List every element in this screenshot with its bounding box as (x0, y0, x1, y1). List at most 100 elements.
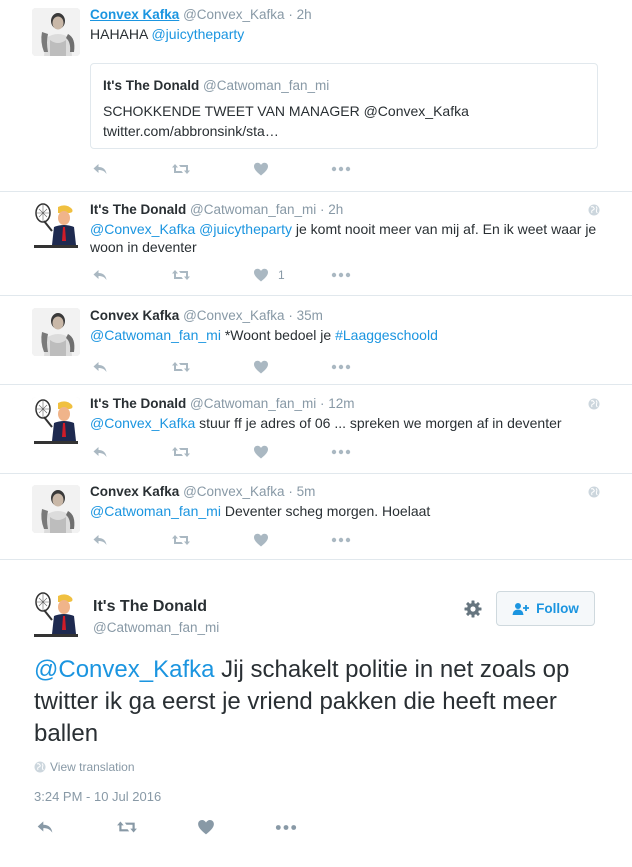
reply-icon[interactable] (92, 358, 108, 376)
tweet-time[interactable]: 2h (328, 202, 343, 217)
tweet-text-plain: stuur ff je adres of 06 ... spreken we m… (195, 415, 562, 431)
tweet-header: It's The Donald @Catwoman_fan_mi · 12m (90, 396, 355, 411)
quoted-author-handle: @Catwoman_fan_mi (202, 78, 330, 93)
quoted-text-line1: SCHOKKENDE TWEET VAN MANAGER @Convex_Kaf… (103, 103, 469, 119)
more-icon[interactable] (331, 160, 351, 178)
tweet-text-plain: *Woont bedoel je (220, 327, 336, 343)
retweet-icon[interactable] (116, 818, 138, 836)
tweet-3[interactable]: Convex Kafka @Convex_Kafka · 35m @Catwom… (0, 296, 632, 385)
tweet-time[interactable]: 35m (297, 308, 323, 323)
quoted-author-name: It's The Donald (103, 78, 200, 93)
avatar-image (32, 8, 80, 56)
author-handle[interactable]: @Catwoman_fan_mi (190, 396, 316, 411)
tweet-time[interactable]: 12m (328, 396, 354, 411)
quoted-tweet[interactable]: It's The Donald @Catwoman_fan_mi SCHOKKE… (90, 63, 598, 149)
tweet-time[interactable]: 2h (297, 7, 312, 22)
main-author-name[interactable]: It's The Donald (93, 598, 207, 616)
quoted-header: It's The Donald @Catwoman_fan_mi (103, 78, 329, 93)
main-tweet-text: @Convex_Kafka Jij schakelt politie in ne… (34, 654, 614, 750)
tweet-header: Convex Kafka @Convex_Kafka · 35m (90, 308, 323, 323)
view-translation-link[interactable]: View translation (34, 760, 135, 774)
main-tweet-actions (34, 818, 334, 838)
tweet-1[interactable]: Convex Kafka @Convex_Kafka · 2h HAHAHA @… (0, 0, 632, 192)
heart-icon[interactable]: 1 (253, 266, 285, 284)
follow-user-icon (512, 602, 530, 615)
retweet-icon[interactable] (171, 358, 191, 376)
tweet-actions: 1 (90, 266, 390, 284)
globe-icon (34, 761, 46, 773)
tweet-timestamp[interactable]: 3:24 PM - 10 Jul 2016 (34, 789, 161, 804)
more-icon[interactable] (275, 818, 297, 836)
follow-button[interactable]: Follow (496, 591, 595, 626)
tweet-header: Convex Kafka @Convex_Kafka · 2h (90, 7, 312, 22)
mention-link[interactable]: @juicytheparty (199, 221, 292, 237)
tweet-5[interactable]: Convex Kafka @Convex_Kafka · 5m @Catwoma… (0, 474, 632, 560)
retweet-icon[interactable] (171, 443, 191, 461)
avatar[interactable] (32, 397, 80, 445)
author-handle[interactable]: @Catwoman_fan_mi (190, 202, 316, 217)
avatar-image (32, 397, 80, 445)
mention-link[interactable]: @Catwoman_fan_mi (90, 503, 221, 519)
tweet-actions (90, 160, 390, 178)
separator-dot: · (288, 484, 293, 499)
quoted-text: SCHOKKENDE TWEET VAN MANAGER @Convex_Kaf… (103, 101, 469, 141)
hashtag-link[interactable]: #Laaggeschoold (335, 327, 438, 343)
mention-link[interactable]: @juicytheparty (151, 26, 244, 42)
avatar-image (32, 590, 80, 638)
mention-link[interactable]: @Convex_Kafka (34, 656, 214, 683)
more-icon[interactable] (331, 443, 351, 461)
heart-icon[interactable] (253, 531, 269, 549)
tweet-text: HAHAHA @juicytheparty (90, 25, 600, 43)
avatar[interactable] (32, 485, 80, 533)
tweet-actions (90, 443, 390, 461)
heart-icon[interactable] (253, 358, 269, 376)
heart-icon[interactable] (197, 818, 215, 836)
tweet-2[interactable]: It's The Donald @Catwoman_fan_mi · 2h @C… (0, 192, 632, 296)
view-translation-label: View translation (50, 760, 135, 774)
more-icon[interactable] (331, 531, 351, 549)
avatar-image (32, 308, 80, 356)
retweet-icon[interactable] (171, 531, 191, 549)
tweet-4[interactable]: It's The Donald @Catwoman_fan_mi · 12m @… (0, 385, 632, 474)
avatar[interactable] (32, 201, 80, 249)
mention-link[interactable]: @Convex_Kafka (90, 415, 195, 431)
globe-icon (588, 398, 600, 410)
more-icon[interactable] (331, 358, 351, 376)
heart-icon[interactable] (253, 443, 269, 461)
avatar[interactable] (32, 8, 80, 56)
reply-icon[interactable] (92, 443, 108, 461)
tweet-text-plain: HAHAHA (90, 26, 152, 42)
author-handle[interactable]: @Convex_Kafka (183, 7, 285, 22)
separator-dot: · (288, 7, 293, 22)
more-icon[interactable] (331, 266, 351, 284)
author-handle[interactable]: @Convex_Kafka (183, 484, 285, 499)
author-name[interactable]: Convex Kafka (90, 484, 179, 499)
mention-link[interactable]: @Convex_Kafka (90, 221, 195, 237)
author-name[interactable]: Convex Kafka (90, 308, 179, 323)
reply-icon[interactable] (92, 160, 108, 178)
avatar-image (32, 201, 80, 249)
main-author-handle[interactable]: @Catwoman_fan_mi (93, 620, 219, 635)
reply-icon[interactable] (36, 818, 54, 836)
mention-link[interactable]: @Catwoman_fan_mi (90, 327, 221, 343)
heart-icon[interactable] (253, 160, 269, 178)
retweet-icon[interactable] (171, 160, 191, 178)
main-avatar[interactable] (32, 590, 80, 638)
author-name[interactable]: It's The Donald (90, 396, 186, 411)
quoted-text-line2: twitter.com/abbronsink/sta… (103, 123, 279, 139)
retweet-icon[interactable] (171, 266, 191, 284)
avatar-image (32, 485, 80, 533)
gear-icon[interactable] (463, 599, 483, 619)
like-count: 1 (278, 268, 285, 282)
reply-icon[interactable] (92, 266, 108, 284)
separator-dot: · (320, 396, 325, 411)
avatar[interactable] (32, 308, 80, 356)
author-name[interactable]: Convex Kafka (90, 7, 179, 22)
tweet-time[interactable]: 5m (297, 484, 316, 499)
tweet-text: @Convex_Kafka stuur ff je adres of 06 ..… (90, 414, 600, 432)
separator-dot: · (288, 308, 293, 323)
reply-icon[interactable] (92, 531, 108, 549)
tweet-header: Convex Kafka @Convex_Kafka · 5m (90, 484, 315, 499)
author-name[interactable]: It's The Donald (90, 202, 186, 217)
author-handle[interactable]: @Convex_Kafka (183, 308, 285, 323)
